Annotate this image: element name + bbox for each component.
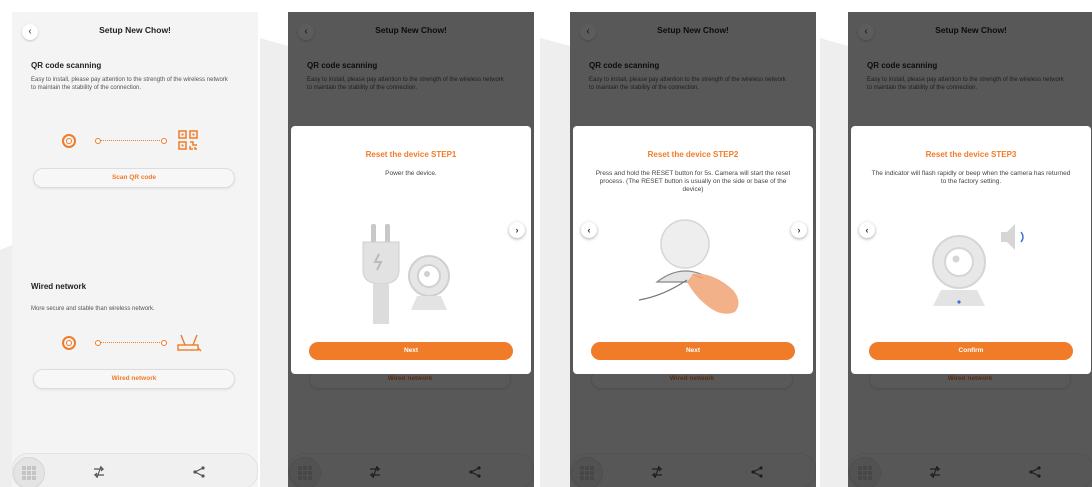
reset-step-dialog: Reset the device STEP2 Press and hold th…: [573, 126, 813, 374]
step-instructions: Press and hold the RESET button for 5s. …: [595, 170, 791, 193]
wired-section-description: More secure and stable than wireless net…: [31, 306, 155, 312]
step-instructions: The indicator will flash rapidly or beep…: [871, 170, 1071, 185]
wired-network-button[interactable]: Wired network: [33, 369, 235, 389]
finger-press-camera-base-illustration: [638, 219, 739, 314]
grid-icon[interactable]: [13, 457, 45, 487]
scan-qr-button[interactable]: Scan QR code: [33, 168, 235, 188]
previous-step-button[interactable]: ‹: [581, 222, 597, 238]
router-icon: [177, 334, 202, 352]
step-instructions: Power the device.: [385, 170, 437, 177]
header: ‹ Setup New Chow!: [12, 12, 258, 48]
wired-flow-diagram: [12, 332, 258, 358]
reset-step-dialog: Reset the device STEP1 Power the device.…: [291, 126, 531, 374]
page-title: Setup New Chow!: [99, 25, 171, 35]
connection-line: [95, 340, 167, 346]
step-action-button[interactable]: Next: [591, 342, 795, 360]
qr-flow-diagram: [12, 130, 258, 156]
connection-line: [95, 138, 167, 144]
setup-screen: ‹ Setup New Chow! QR code scanning Easy …: [12, 12, 258, 487]
step-title: Reset the device STEP1: [365, 150, 457, 159]
swap-icon[interactable]: [91, 464, 107, 480]
bottom-nav-bar: [12, 453, 258, 487]
wired-section-title: Wired network: [31, 282, 87, 291]
setup-screen-step1: ‹ Setup New Chow! QR code scanning Easy …: [288, 12, 534, 487]
camera-signal-icon: [62, 336, 76, 350]
camera-signal-icon: [62, 134, 76, 148]
qr-section-description: Easy to install, please pay attention to…: [31, 77, 228, 91]
qr-section-title: QR code scanning: [31, 61, 102, 70]
next-step-button[interactable]: ›: [791, 222, 807, 238]
setup-screen-step3: ‹ Setup New Chow! QR code scanning Easy …: [848, 12, 1092, 487]
step-title: Reset the device STEP3: [925, 150, 1017, 159]
step-action-button[interactable]: Confirm: [869, 342, 1073, 360]
next-step-button[interactable]: ›: [509, 222, 525, 238]
step-title: Reset the device STEP2: [647, 150, 739, 159]
previous-step-button[interactable]: ‹: [859, 222, 875, 238]
camera-with-speaker-illustration: [932, 224, 1024, 306]
qr-code-icon: [178, 130, 198, 150]
reset-step-dialog: Reset the device STEP3 The indicator wil…: [851, 126, 1091, 374]
plug-and-camera-illustration: [362, 224, 450, 324]
share-icon[interactable]: [192, 465, 206, 479]
step-action-button[interactable]: Next: [309, 342, 513, 360]
setup-screen-step2: ‹ Setup New Chow! QR code scanning Easy …: [570, 12, 816, 487]
